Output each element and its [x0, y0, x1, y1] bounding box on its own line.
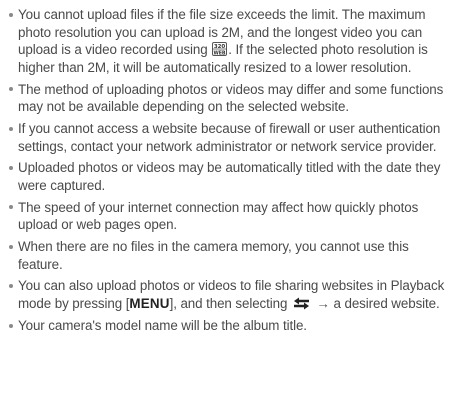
- note-text: → a desired website.: [312, 296, 440, 312]
- note-text: When there are no files in the camera me…: [18, 239, 409, 272]
- note-item-auto-title: Uploaded photos or videos may be automat…: [9, 159, 445, 194]
- 320-web-icon: 320 WEB: [212, 42, 228, 57]
- note-item-upload-limit: You cannot upload files if the file size…: [9, 6, 445, 76]
- note-text: If you cannot access a website because o…: [18, 120, 441, 154]
- note-text: The method of uploading photos or videos…: [18, 81, 444, 115]
- menu-key-label: MENU: [129, 296, 170, 312]
- note-item-album-title: Your camera's model name will be the alb…: [9, 317, 445, 335]
- notes-document: You cannot upload files if the file size…: [0, 0, 453, 394]
- notes-list: You cannot upload files if the file size…: [0, 0, 453, 334]
- note-item-connection-speed: The speed of your internet connection ma…: [9, 199, 445, 234]
- note-text: Uploaded photos or videos may be automat…: [18, 160, 441, 193]
- note-text: The speed of your internet connection ma…: [18, 199, 419, 233]
- note-item-no-files: When there are no files in the camera me…: [9, 238, 445, 273]
- note-item-upload-method: The method of uploading photos or videos…: [9, 81, 445, 116]
- note-item-firewall: If you cannot access a website because o…: [9, 120, 445, 155]
- note-text: Your camera's model name will be the alb…: [18, 317, 307, 333]
- note-text: ], and then selecting: [169, 296, 291, 312]
- svg-text:WEB: WEB: [214, 50, 226, 56]
- share-arrows-icon: [293, 297, 309, 310]
- note-item-file-sharing: You can also upload photos or videos to …: [9, 277, 445, 312]
- svg-text:320: 320: [214, 44, 225, 50]
